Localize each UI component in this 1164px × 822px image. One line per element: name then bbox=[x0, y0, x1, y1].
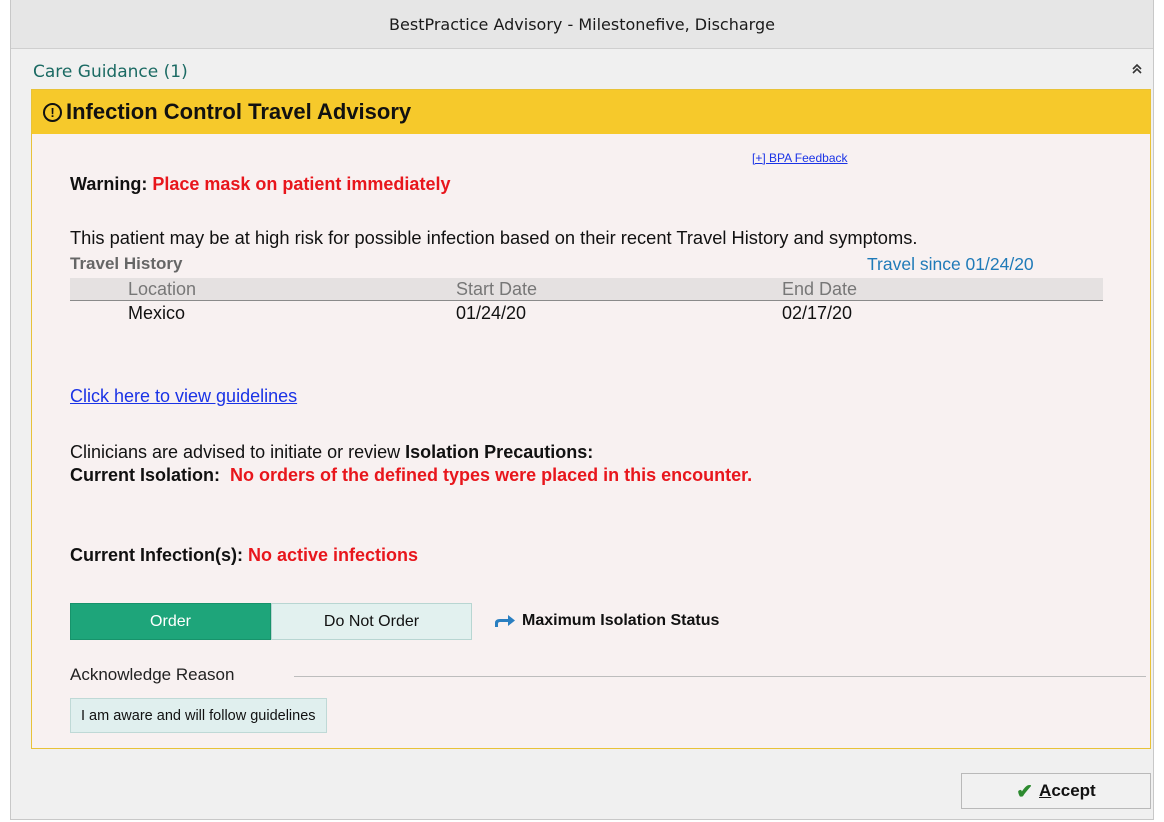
column-header-start-date: Start Date bbox=[456, 279, 538, 299]
cell-start-date: 01/24/20 bbox=[456, 303, 527, 323]
accept-button[interactable]: ✔ Accept bbox=[961, 773, 1151, 809]
do-not-order-button[interactable]: Do Not Order bbox=[271, 603, 472, 640]
ack-reason-button[interactable]: I am aware and will follow guidelines bbox=[70, 698, 327, 733]
advisory-title: Infection Control Travel Advisory bbox=[66, 99, 412, 124]
cell-end-date: 02/17/20 bbox=[782, 303, 853, 323]
advisory-header: ! Infection Control Travel Advisory bbox=[32, 90, 1150, 134]
risk-text: This patient may be at high risk for pos… bbox=[70, 227, 918, 248]
order-button[interactable]: Order bbox=[70, 603, 271, 640]
travel-since: Travel since 01/24/20 bbox=[867, 254, 1034, 274]
current-isolation-label: Current Isolation: bbox=[70, 465, 221, 485]
clinicians-advice: Clinicians are advised to initiate or re… bbox=[70, 442, 593, 463]
current-infection-label: Current Infection(s): bbox=[70, 545, 243, 565]
current-isolation-value: No orders of the defined types were plac… bbox=[230, 465, 753, 485]
acknowledge-reason-label: Acknowledge Reason bbox=[70, 665, 235, 684]
travel-history-table: Location Start Date End Date Mexico 01/2… bbox=[70, 278, 1103, 327]
travel-history-label: Travel History bbox=[70, 254, 183, 273]
table-header-row: Location Start Date End Date bbox=[70, 278, 1103, 301]
checkmark-icon: ✔ bbox=[1016, 780, 1034, 803]
bpa-feedback-link[interactable]: [+] BPA Feedback bbox=[752, 151, 848, 165]
current-infection-value: No active infections bbox=[248, 545, 419, 565]
current-infection-line: Current Infection(s): No active infectio… bbox=[70, 545, 418, 566]
maximum-isolation-status: Maximum Isolation Status bbox=[494, 612, 719, 630]
cell-location: Mexico bbox=[128, 303, 186, 323]
order-arrow-icon bbox=[495, 615, 515, 627]
view-guidelines-link[interactable]: Click here to view guidelines bbox=[70, 386, 297, 407]
maximum-isolation-label: Maximum Isolation Status bbox=[522, 612, 720, 629]
clinicians-text: Clinicians are advised to initiate or re… bbox=[70, 442, 401, 462]
accept-accelerator-letter: A bbox=[1039, 781, 1052, 800]
current-isolation-line: Current Isolation: No orders of the defi… bbox=[70, 465, 752, 486]
isolation-precautions: Isolation Precautions: bbox=[405, 442, 594, 462]
advisory-card: ! Infection Control Travel Advisory [+] … bbox=[31, 89, 1151, 749]
column-header-end-date: End Date bbox=[782, 279, 858, 299]
warning-label: Warning: bbox=[70, 174, 148, 194]
advisory-window: BestPractice Advisory - Milestonefive, D… bbox=[10, 0, 1154, 820]
care-guidance-title: Care Guidance (1) bbox=[33, 62, 188, 82]
double-chevron-up-icon[interactable] bbox=[1131, 62, 1143, 79]
table-row: Mexico 01/24/20 02/17/20 bbox=[70, 301, 1103, 327]
window-titlebar: BestPractice Advisory - Milestonefive, D… bbox=[11, 0, 1153, 49]
exclamation-circle-icon: ! bbox=[43, 102, 62, 122]
column-header-location: Location bbox=[128, 279, 197, 299]
warning-line: Warning: Place mask on patient immediate… bbox=[70, 174, 450, 195]
acknowledge-divider bbox=[294, 676, 1146, 677]
warning-text: Place mask on patient immediately bbox=[152, 174, 451, 194]
window-title: BestPractice Advisory - Milestonefive, D… bbox=[389, 14, 775, 34]
order-toggle-group: Order Do Not Order bbox=[70, 603, 472, 640]
accept-label-rest: ccept bbox=[1051, 781, 1096, 800]
